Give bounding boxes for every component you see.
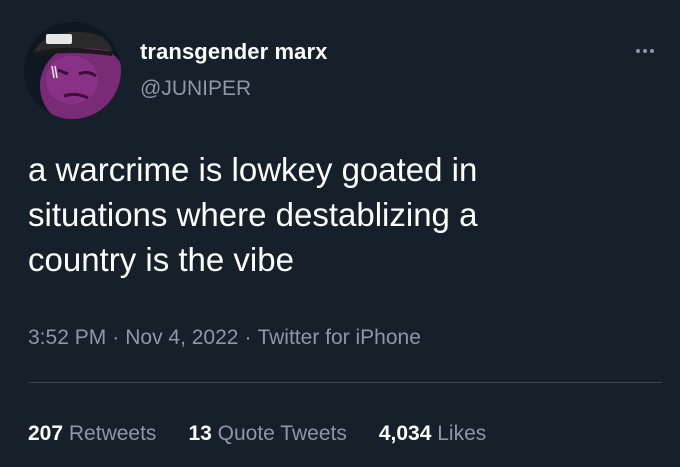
likes-stat[interactable]: 4,034 Likes bbox=[379, 421, 486, 447]
separator: · bbox=[112, 326, 120, 349]
quote-tweets-count: 13 bbox=[188, 422, 212, 445]
retweets-count: 207 bbox=[28, 422, 64, 445]
tweet-text: a warcrime is lowkey goated in situation… bbox=[28, 151, 478, 278]
display-name[interactable]: transgender marx bbox=[140, 39, 327, 65]
tweet-source[interactable]: Twitter for iPhone bbox=[257, 326, 420, 349]
retweets-label: Retweets bbox=[68, 422, 157, 445]
user-handle[interactable]: @JUNIPER bbox=[140, 76, 251, 102]
avatar[interactable] bbox=[24, 22, 121, 119]
tweet-time[interactable]: 3:52 PM bbox=[28, 326, 106, 349]
avatar-image bbox=[24, 22, 121, 119]
quote-tweets-stat[interactable]: 13 Quote Tweets bbox=[188, 421, 346, 447]
divider bbox=[28, 382, 662, 383]
tweet-metadata: 3:52 PM · Nov 4, 2022 · Twitter for iPhone bbox=[28, 325, 421, 351]
separator: · bbox=[244, 326, 252, 349]
tweet-card: transgender marx @JUNIPER a warcrime is … bbox=[0, 0, 680, 467]
engagement-stats: 207 Retweets 13 Quote Tweets 4,034 Likes bbox=[28, 421, 486, 447]
likes-count: 4,034 bbox=[378, 422, 432, 445]
tweet-date[interactable]: Nov 4, 2022 bbox=[125, 326, 238, 349]
likes-label: Likes bbox=[437, 422, 487, 445]
more-options-icon[interactable] bbox=[631, 37, 659, 65]
retweets-stat[interactable]: 207 Retweets bbox=[28, 421, 156, 447]
quote-tweets-label: Quote Tweets bbox=[217, 422, 347, 445]
